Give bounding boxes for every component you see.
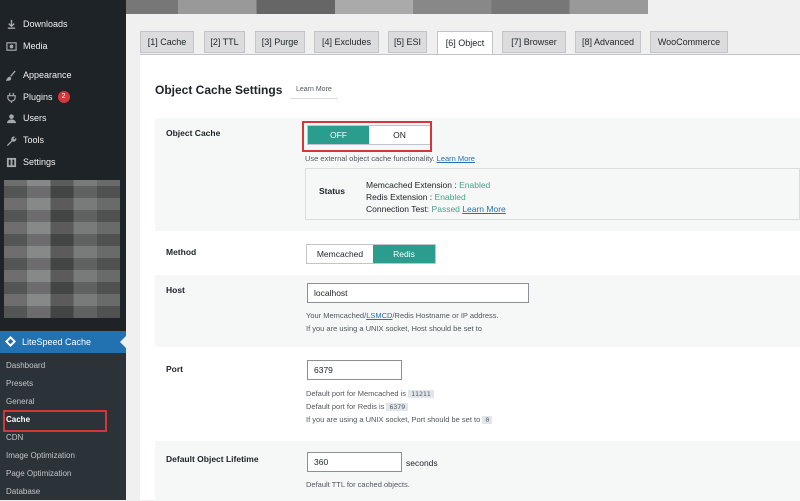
download-icon (5, 18, 17, 30)
sidebar-item-label: Media (23, 41, 48, 51)
help-text: If you are using a UNIX socket, Port sho… (306, 415, 481, 424)
settings-icon (5, 156, 17, 168)
memcached-port-code: 11211 (408, 390, 434, 398)
memcached-label: Memcached Extension : (366, 180, 457, 190)
sidebar-item-settings[interactable]: Settings (0, 151, 126, 173)
tab-esi[interactable]: [5] ESI (388, 31, 427, 53)
tab-excludes[interactable]: [4] Excludes (314, 31, 379, 53)
media-icon (5, 40, 17, 52)
sidebar-item-label: Appearance (23, 70, 72, 80)
submenu-cdn[interactable]: CDN (6, 433, 23, 442)
memcached-value: Enabled (459, 180, 491, 190)
update-count-badge: 2 (57, 91, 70, 103)
tab-object[interactable]: [6] Object (437, 31, 493, 55)
tab-woocommerce[interactable]: WooCommerce (650, 31, 728, 53)
host-help-2: If you are using a UNIX socket, Host sho… (306, 324, 482, 333)
tab-purge[interactable]: [3] Purge (255, 31, 305, 53)
submenu-page-optimization[interactable]: Page Optimization (6, 469, 71, 478)
paintbrush-icon (5, 69, 17, 81)
lifetime-unit: seconds (406, 458, 438, 468)
help-text: /Redis Hostname or IP address. (392, 311, 499, 320)
tab-cache[interactable]: [1] Cache (140, 31, 194, 53)
wrench-icon (5, 134, 17, 146)
object-cache-learn-more-link[interactable]: Learn More (437, 154, 475, 163)
method-memcached-option[interactable]: Memcached (307, 245, 373, 263)
lifetime-row: Default Object Lifetime (155, 441, 800, 501)
admin-sidebar: Downloads Media Appearance Plugins 2 Use… (0, 0, 126, 500)
sidebar-item-label: LiteSpeed Cache (22, 337, 92, 347)
learn-more-link[interactable]: Learn More (290, 84, 338, 99)
connection-status: Connection Test: Passed Learn More (366, 204, 506, 214)
lsmcd-link[interactable]: LSMCD (366, 311, 392, 320)
header-blank (648, 0, 800, 14)
submenu-image-optimization[interactable]: Image Optimization (6, 451, 75, 460)
sidebar-item-label: Users (23, 113, 47, 123)
toggle-highlight-box (302, 121, 432, 152)
method-label: Method (166, 247, 197, 257)
redis-port-code: 6379 (386, 403, 409, 411)
cache-highlight-box (3, 410, 107, 432)
host-input[interactable]: localhost (307, 283, 529, 303)
method-toggle[interactable]: Memcached Redis (306, 244, 436, 264)
page-title: Object Cache Settings (155, 83, 283, 97)
object-cache-label: Object Cache (166, 128, 221, 138)
submenu-database[interactable]: Database (6, 487, 40, 496)
sidebar-item-media[interactable]: Media (0, 35, 126, 57)
sidebar-item-label: Settings (23, 157, 56, 167)
sidebar-item-label: Plugins (23, 92, 53, 102)
blurred-header-strip (126, 0, 648, 14)
help-text: Default port for Memcached is (306, 389, 407, 398)
sidebar-item-appearance[interactable]: Appearance (0, 64, 126, 86)
redis-label: Redis Extension : (366, 192, 433, 202)
tab-ttl[interactable]: [2] TTL (204, 31, 245, 53)
port-help-3: If you are using a UNIX socket, Port sho… (306, 415, 493, 424)
user-icon (5, 112, 17, 124)
lifetime-input[interactable]: 360 (307, 452, 402, 472)
sidebar-item-litespeed-cache[interactable]: LiteSpeed Cache (0, 331, 126, 353)
sidebar-item-label: Downloads (23, 19, 68, 29)
blurred-region (4, 180, 120, 318)
sidebar-item-downloads[interactable]: Downloads (0, 13, 126, 35)
port-input[interactable]: 6379 (307, 360, 402, 380)
submenu-presets[interactable]: Presets (6, 379, 33, 388)
sidebar-item-tools[interactable]: Tools (0, 129, 126, 151)
lifetime-help: Default TTL for cached objects. (306, 480, 410, 489)
submenu-dashboard[interactable]: Dashboard (6, 361, 45, 370)
sidebar-item-users[interactable]: Users (0, 107, 126, 129)
status-label: Status (319, 186, 345, 196)
settings-panel: Object Cache Settings Learn More Object … (140, 54, 800, 501)
connection-learn-more-link[interactable]: Learn More (462, 204, 505, 214)
memcached-status: Memcached Extension : Enabled (366, 180, 490, 190)
lifetime-label: Default Object Lifetime (166, 454, 259, 464)
tab-browser[interactable]: [7] Browser (502, 31, 566, 53)
connection-value: Passed (431, 204, 460, 214)
litespeed-diamond-icon (5, 335, 16, 349)
port-help-2: Default port for Redis is 6379 (306, 402, 409, 411)
host-help-1: Your Memcached/LSMCD/Redis Hostname or I… (306, 311, 499, 320)
method-redis-option[interactable]: Redis (373, 245, 435, 263)
tab-advanced[interactable]: [8] Advanced (575, 31, 641, 53)
socket-port-code: 0 (482, 416, 493, 424)
help-text: Your Memcached/ (306, 311, 367, 320)
redis-status: Redis Extension : Enabled (366, 192, 466, 202)
current-menu-arrow (120, 336, 126, 348)
status-box: Status Memcached Extension : Enabled Red… (305, 168, 800, 220)
help-text: Default port for Redis is (306, 402, 385, 411)
host-label: Host (166, 285, 185, 295)
connection-label: Connection Test: (366, 204, 430, 214)
redis-value: Enabled (434, 192, 466, 202)
port-help-1: Default port for Memcached is 11211 (306, 389, 434, 398)
plugin-icon (5, 91, 17, 103)
submenu-general[interactable]: General (6, 397, 34, 406)
sidebar-item-label: Tools (23, 135, 45, 145)
port-label: Port (166, 364, 183, 374)
help-text: Use external object cache functionality. (305, 154, 435, 163)
sidebar-item-plugins[interactable]: Plugins 2 (0, 86, 126, 108)
object-cache-help: Use external object cache functionality.… (305, 154, 475, 163)
